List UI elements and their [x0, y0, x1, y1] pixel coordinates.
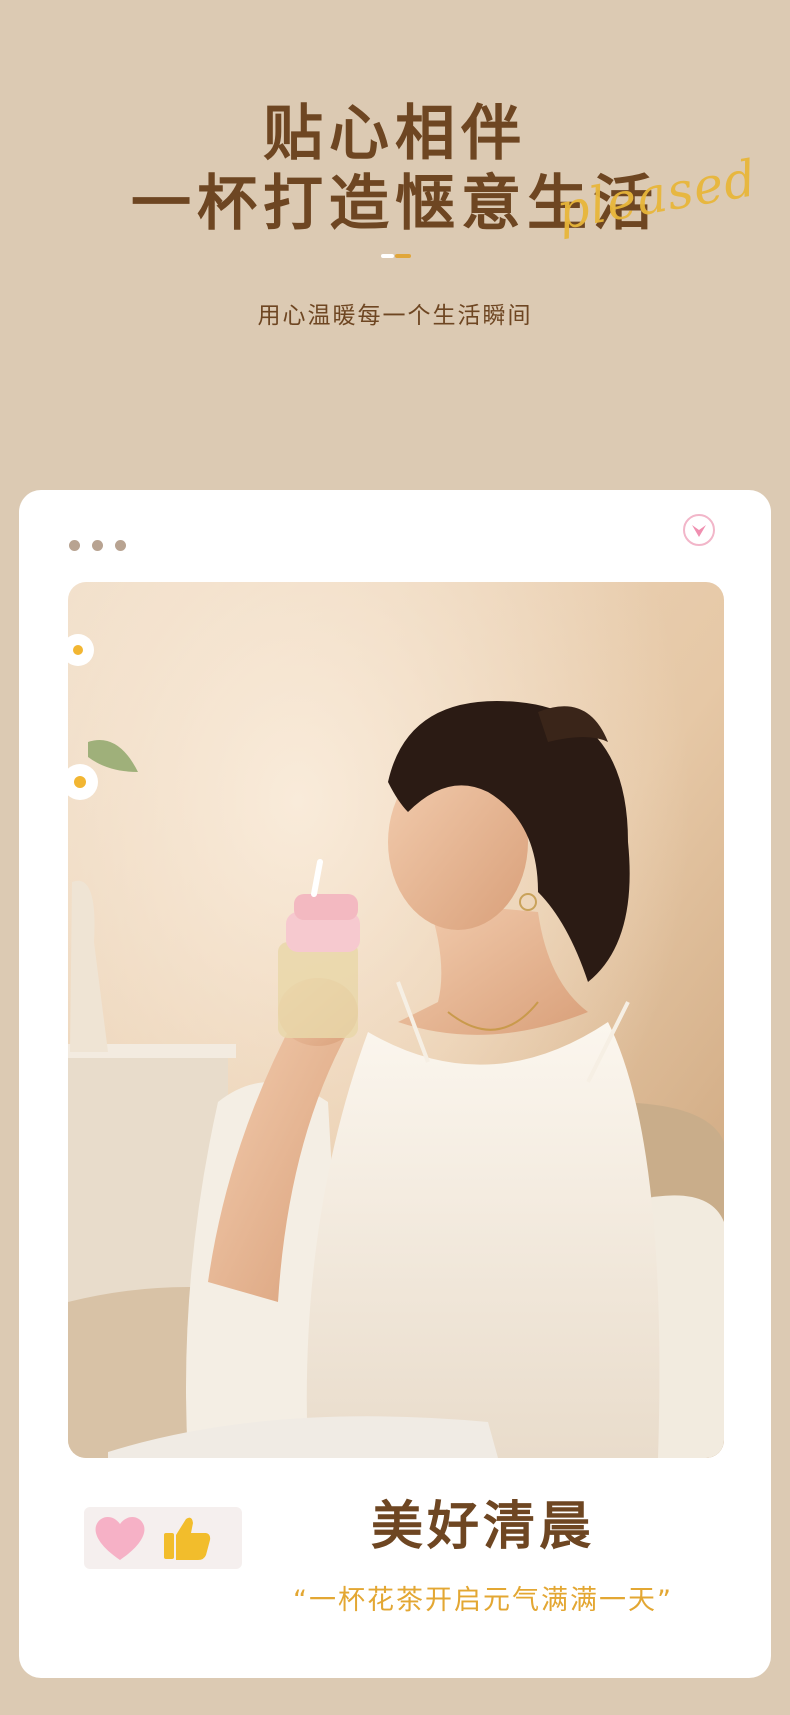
headline-line-1: 贴心相伴	[263, 99, 527, 169]
post-card: 美好清晨 “一杯花茶开启元气满满一天”	[19, 490, 771, 1678]
lifestyle-photo	[68, 582, 724, 1458]
caption-quote: “一杯花茶开启元气满满一天”	[293, 1585, 673, 1616]
reaction-bar	[84, 1507, 242, 1569]
more-dots-icon[interactable]	[69, 536, 138, 551]
header-divider	[381, 254, 411, 258]
heart-icon[interactable]	[92, 1513, 148, 1567]
header-section: 贴心相伴 一杯打造惬意生活 pleased 用心温暖每一个生活瞬间	[0, 0, 790, 480]
thumbs-up-icon[interactable]	[162, 1513, 212, 1567]
header-subtitle: 用心温暖每一个生活瞬间	[257, 303, 533, 329]
chevron-down-icon[interactable]	[683, 514, 715, 546]
caption-title: 美好清晨	[370, 1497, 595, 1557]
